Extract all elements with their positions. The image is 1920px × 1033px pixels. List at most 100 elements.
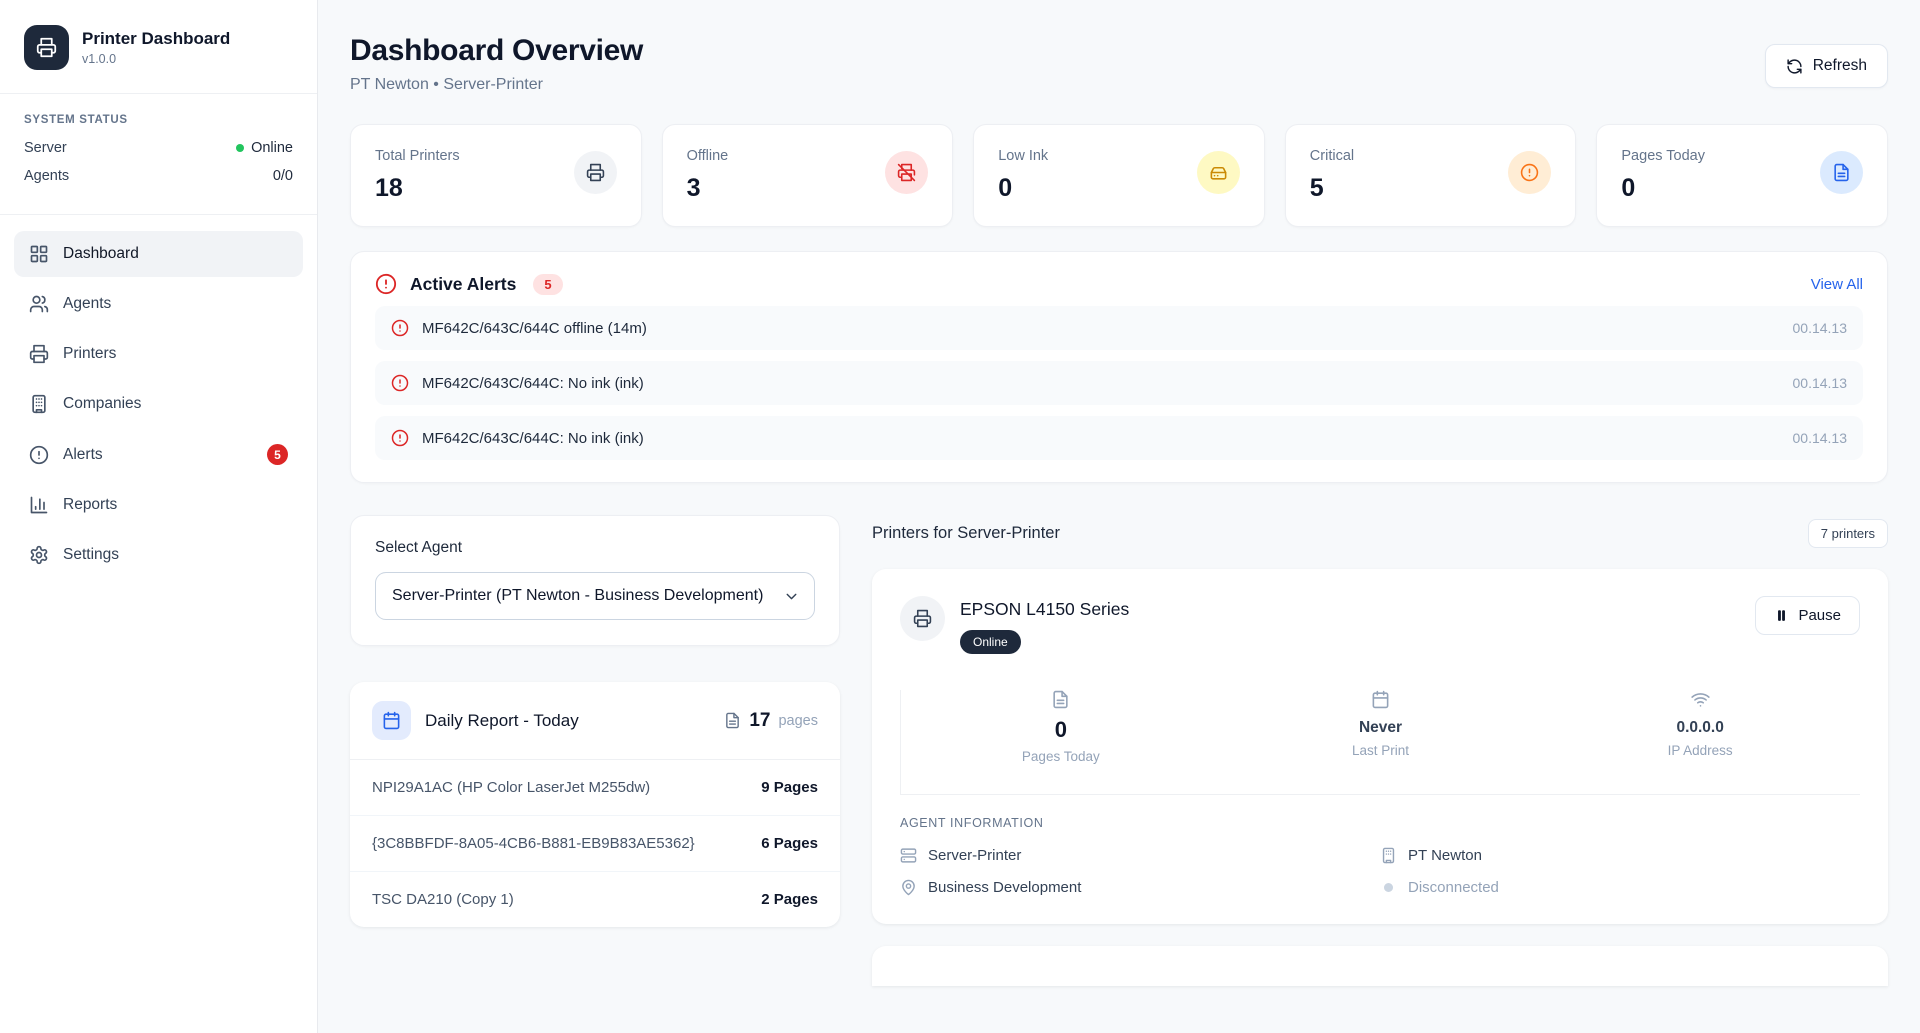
alerts-count-pill: 5	[533, 274, 562, 295]
stat-card-low-ink: Low Ink 0	[973, 124, 1265, 227]
server-status-row: Server Online	[24, 140, 293, 156]
app-version: v1.0.0	[82, 52, 230, 66]
printer-icon	[574, 151, 617, 194]
file-text-icon	[901, 690, 1221, 709]
printer-logo-icon	[24, 25, 69, 70]
printer-card-epson: EPSON L4150 Series Online Pause	[872, 569, 1888, 924]
dashboard-icon	[29, 244, 49, 264]
refresh-icon	[1786, 58, 1803, 75]
sidebar-item-agents[interactable]: Agents	[14, 281, 303, 327]
stat-value: 3	[687, 174, 729, 203]
users-icon	[29, 294, 49, 314]
sidebar-item-label: Agents	[63, 295, 288, 313]
alert-row[interactable]: MF642C/643C/644C: No ink (ink) 00.14.13	[375, 361, 1863, 405]
printers-count-badge: 7 printers	[1808, 519, 1888, 548]
agent-information: AGENT INFORMATION Server-Printer	[872, 795, 1888, 898]
pause-icon	[1774, 608, 1789, 623]
select-agent-label: Select Agent	[375, 539, 815, 557]
printer-icon	[29, 344, 49, 364]
report-printer-pages: 9 Pages	[761, 779, 818, 796]
stat-label: Total Printers	[375, 148, 460, 164]
system-status-heading: SYSTEM STATUS	[24, 114, 293, 126]
server-label: Server	[24, 140, 67, 156]
select-agent-card: Select Agent Server-Printer (PT Newton -…	[350, 515, 840, 646]
report-printer-name: TSC DA210 (Copy 1)	[372, 891, 514, 908]
stats-row: Total Printers 18 Offline 3 Low Ink 0	[350, 124, 1888, 227]
sidebar-item-reports[interactable]: Reports	[14, 482, 303, 528]
view-all-link[interactable]: View All	[1811, 276, 1863, 293]
stat-value: 0	[998, 174, 1048, 203]
alert-time: 00.14.13	[1793, 430, 1848, 446]
alert-row[interactable]: MF642C/643C/644C: No ink (ink) 00.14.13	[375, 416, 1863, 460]
server-status-value: Online	[251, 140, 293, 156]
pause-button[interactable]: Pause	[1755, 596, 1860, 635]
report-printer-pages: 6 Pages	[761, 835, 818, 852]
sidebar-item-label: Reports	[63, 496, 288, 514]
stat-card-pages-today: Pages Today 0	[1596, 124, 1888, 227]
pstat-value: 0	[901, 717, 1221, 743]
printers-section-title: Printers for Server-Printer	[872, 524, 1060, 543]
agent-info-heading: AGENT INFORMATION	[900, 816, 1860, 830]
agent-info-connection: Disconnected	[1380, 879, 1860, 896]
stat-label: Pages Today	[1621, 148, 1705, 164]
stat-label: Critical	[1310, 148, 1354, 164]
page-title: Dashboard Overview	[350, 34, 1888, 68]
alert-circle-icon	[391, 429, 409, 447]
refresh-button[interactable]: Refresh	[1765, 44, 1888, 88]
page-subtitle: PT Newton • Server-Printer	[350, 76, 1888, 94]
agent-info-company: PT Newton	[1380, 847, 1860, 864]
sidebar-item-label: Dashboard	[63, 245, 288, 263]
sidebar-item-companies[interactable]: Companies	[14, 381, 303, 427]
pstat-label: Pages Today	[901, 749, 1221, 764]
printer-icon	[900, 596, 945, 641]
alert-message: MF642C/643C/644C: No ink (ink)	[422, 375, 1780, 392]
active-alerts-card: Active Alerts 5 View All MF642C/643C/644…	[350, 251, 1888, 483]
agent-select-value: Server-Printer (PT Newton - Business Dev…	[392, 587, 777, 605]
sidebar-item-label: Printers	[63, 345, 288, 363]
pstat-label: IP Address	[1540, 743, 1860, 758]
daily-report-title: Daily Report - Today	[425, 711, 710, 731]
alert-circle-icon	[391, 319, 409, 337]
calendar-icon	[372, 701, 411, 740]
alert-message: MF642C/643C/644C: No ink (ink)	[422, 430, 1780, 447]
server-icon	[900, 847, 917, 864]
map-pin-icon	[900, 879, 917, 896]
pstat-pages-today: 0 Pages Today	[901, 690, 1221, 764]
alert-time: 00.14.13	[1793, 375, 1848, 391]
chevron-down-icon	[783, 588, 800, 605]
sidebar-item-label: Alerts	[63, 446, 253, 464]
pstat-label: Last Print	[1221, 743, 1541, 758]
agent-info-department: Business Development	[900, 879, 1380, 896]
alert-time: 00.14.13	[1793, 320, 1848, 336]
stat-card-critical: Critical 5	[1285, 124, 1577, 227]
alert-circle-icon	[375, 273, 397, 295]
gear-icon	[29, 545, 49, 565]
stat-value: 18	[375, 174, 460, 203]
report-row: NPI29A1AC (HP Color LaserJet M255dw) 9 P…	[350, 760, 840, 816]
next-printer-card-partial	[872, 946, 1888, 986]
connection-text: Disconnected	[1408, 879, 1499, 896]
sidebar-item-settings[interactable]: Settings	[14, 532, 303, 578]
printer-name: EPSON L4150 Series	[960, 596, 1129, 620]
status-dot-icon	[1384, 883, 1393, 892]
agents-label: Agents	[24, 168, 69, 184]
app-brand: Printer Dashboard v1.0.0	[0, 0, 317, 93]
sidebar-item-printers[interactable]: Printers	[14, 331, 303, 377]
stat-value: 5	[1310, 174, 1354, 203]
refresh-label: Refresh	[1813, 57, 1867, 75]
system-status: SYSTEM STATUS Server Online Agents 0/0	[0, 94, 317, 214]
agent-select-dropdown[interactable]: Server-Printer (PT Newton - Business Dev…	[375, 572, 815, 620]
daily-report-card: Daily Report - Today 17 pages NPI29A1AC …	[350, 682, 840, 927]
agent-info-name: Server-Printer	[900, 847, 1380, 864]
alert-row[interactable]: MF642C/643C/644C offline (14m) 00.14.13	[375, 306, 1863, 350]
sidebar-item-alerts[interactable]: Alerts 5	[14, 431, 303, 478]
sidebar-item-dashboard[interactable]: Dashboard	[14, 231, 303, 277]
report-row: {3C8BBFDF-8A05-4CB6-B881-EB9B83AE5362} 6…	[350, 816, 840, 872]
pstat-value: Never	[1221, 719, 1541, 737]
calendar-icon	[1221, 690, 1541, 709]
report-pages-unit: pages	[778, 713, 818, 729]
sidebar-nav: Dashboard Agents Printers Companies Aler…	[0, 215, 317, 594]
stat-card-offline: Offline 3	[662, 124, 954, 227]
company-text: PT Newton	[1408, 847, 1482, 864]
online-dot-icon	[236, 144, 244, 152]
